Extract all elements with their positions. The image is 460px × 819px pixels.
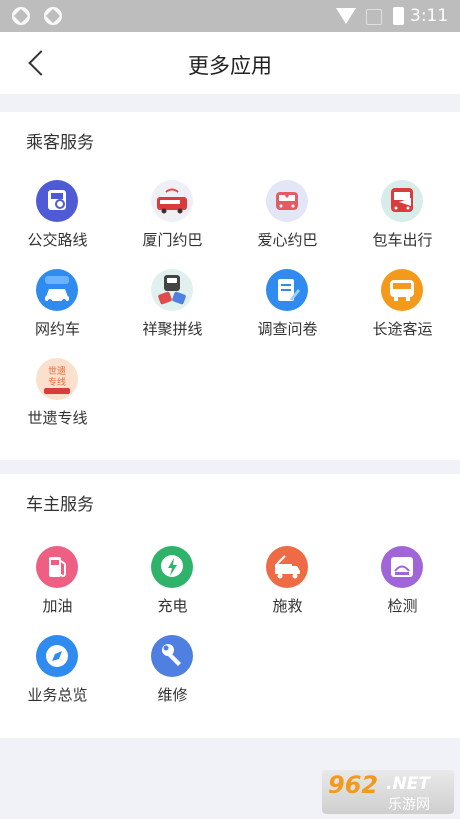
app-item-carpool-line[interactable]: 祥聚拼线 — [115, 269, 230, 349]
app-item-survey[interactable]: 调查问卷 — [230, 269, 345, 349]
watermark-number: 962 — [328, 771, 379, 799]
inspection-icon — [381, 546, 423, 588]
app-item-label: 加油 — [42, 597, 73, 615]
watermark-suffix: .NET — [386, 774, 430, 794]
charging-icon — [151, 546, 193, 588]
charter-bus-icon — [381, 180, 423, 222]
site-watermark: 962 .NET 乐游网 — [322, 770, 454, 814]
status-time: 3:11 — [410, 6, 449, 26]
app-item-label: 世遗专线 — [27, 409, 88, 427]
passenger-services-section: 乘客服务 公交路线 厦门约巴 爱心约巴 包车出行 网约车 祥聚拼线 调查问卷 长… — [0, 112, 460, 460]
notification-icon — [12, 7, 30, 25]
love-bus-icon — [266, 180, 308, 222]
app-item-label: 长途客运 — [372, 320, 433, 338]
watermark-site-name: 乐游网 — [388, 797, 430, 813]
app-header: 更多应用 — [0, 32, 460, 94]
ride-hailing-icon — [36, 269, 78, 311]
app-item-charter-bus[interactable]: 包车出行 — [345, 180, 460, 260]
app-item-ride-hailing[interactable]: 网约车 — [0, 269, 115, 349]
section-title: 车主服务 — [26, 495, 94, 515]
app-item-business-overview[interactable]: 业务总览 — [0, 635, 115, 715]
battery-icon — [393, 7, 404, 25]
fuel-icon — [36, 546, 78, 588]
heritage-line-icon: 世遗 专线 — [36, 358, 78, 400]
notification-icon — [44, 7, 62, 25]
long-distance-bus-icon — [381, 269, 423, 311]
wifi-icon — [336, 8, 356, 24]
app-item-label: 爱心约巴 — [257, 231, 318, 249]
app-item-love-bus[interactable]: 爱心约巴 — [230, 180, 345, 260]
status-bar: 3:11 — [0, 0, 460, 32]
app-item-fuel[interactable]: 加油 — [0, 546, 115, 626]
app-item-label: 祥聚拼线 — [142, 320, 203, 338]
app-item-bus-route[interactable]: 公交路线 — [0, 180, 115, 260]
app-item-label: 施救 — [272, 597, 303, 615]
owner-services-section: 车主服务 加油 充电 施救 检测 业务总览 维修 — [0, 474, 460, 738]
bus-route-icon — [36, 180, 78, 222]
app-item-label: 厦门约巴 — [142, 231, 203, 249]
signal-icon — [366, 9, 382, 25]
compass-icon — [36, 635, 78, 677]
xiamen-bus-icon — [151, 180, 193, 222]
app-item-label: 检测 — [387, 597, 418, 615]
rescue-truck-icon — [266, 546, 308, 588]
app-item-heritage-line[interactable]: 世遗 专线 世遗专线 — [0, 358, 115, 438]
app-item-long-distance-bus[interactable]: 长途客运 — [345, 269, 460, 349]
app-item-label: 公交路线 — [27, 231, 88, 249]
app-item-label: 充电 — [157, 597, 188, 615]
svg-text:世遗: 世遗 — [48, 365, 66, 377]
wrench-icon — [151, 635, 193, 677]
app-item-xiamen-bus[interactable]: 厦门约巴 — [115, 180, 230, 260]
app-item-charging[interactable]: 充电 — [115, 546, 230, 626]
survey-icon — [266, 269, 308, 311]
page-title: 更多应用 — [188, 54, 272, 78]
app-item-label: 包车出行 — [372, 231, 433, 249]
section-title: 乘客服务 — [26, 133, 94, 153]
app-item-label: 网约车 — [34, 320, 80, 338]
app-item-label: 维修 — [157, 686, 188, 704]
app-item-label: 调查问卷 — [257, 320, 318, 338]
svg-text:专线: 专线 — [48, 376, 66, 388]
app-item-label: 业务总览 — [27, 686, 88, 704]
app-item-rescue[interactable]: 施救 — [230, 546, 345, 626]
app-item-repair[interactable]: 维修 — [115, 635, 230, 715]
carpool-line-icon — [151, 269, 193, 311]
app-item-inspection[interactable]: 检测 — [345, 546, 460, 626]
